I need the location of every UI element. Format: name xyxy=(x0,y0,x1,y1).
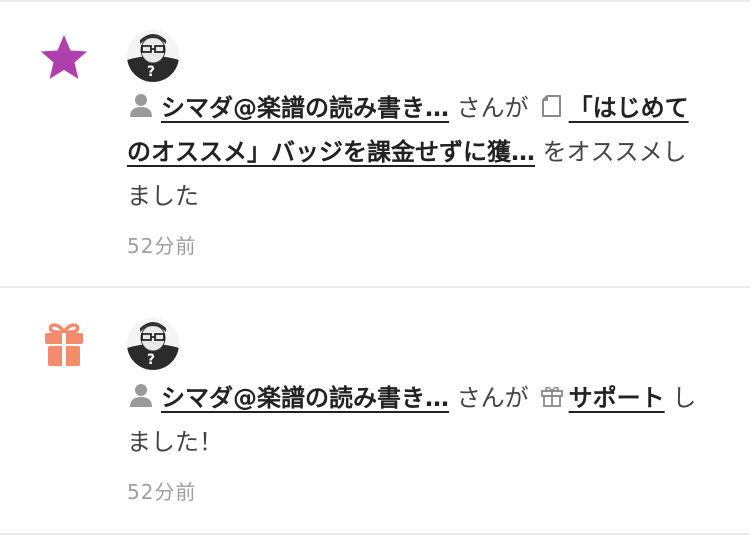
timestamp: 52分前 xyxy=(127,234,197,258)
connector-text: さんが xyxy=(456,94,529,122)
user-avatar[interactable]: ? xyxy=(127,318,179,370)
user-avatar[interactable]: ? xyxy=(127,30,179,82)
gift-icon xyxy=(36,316,92,372)
notification-item-support[interactable]: ? シマダ@楽譜の読み書き… さんが サポート しました！ 52分前 xyxy=(0,288,750,533)
note-icon xyxy=(539,89,565,117)
user-name-link[interactable]: シマダ@楽譜の読み書き… xyxy=(161,384,449,412)
notification-text: シマダ@楽譜の読み書き… さんが サポート しました！ xyxy=(127,376,707,464)
svg-text:?: ? xyxy=(147,352,155,368)
timestamp: 52分前 xyxy=(127,480,197,504)
user-name-link[interactable]: シマダ@楽譜の読み書き… xyxy=(161,94,449,122)
svg-text:?: ? xyxy=(147,64,155,80)
gift-outline-icon xyxy=(539,379,565,407)
star-icon xyxy=(36,30,92,86)
connector-text: さんが xyxy=(456,384,529,412)
person-icon xyxy=(127,89,155,117)
person-icon xyxy=(127,379,155,407)
support-link[interactable]: サポート xyxy=(569,384,665,412)
notification-text: シマダ@楽譜の読み書き… さんが 「はじめてのオススメ」バッジを課金せずに獲… … xyxy=(127,86,707,218)
notification-item-recommend[interactable]: ? シマダ@楽譜の読み書き… さんが 「はじめてのオススメ」バッジを課金せずに獲… xyxy=(0,2,750,286)
